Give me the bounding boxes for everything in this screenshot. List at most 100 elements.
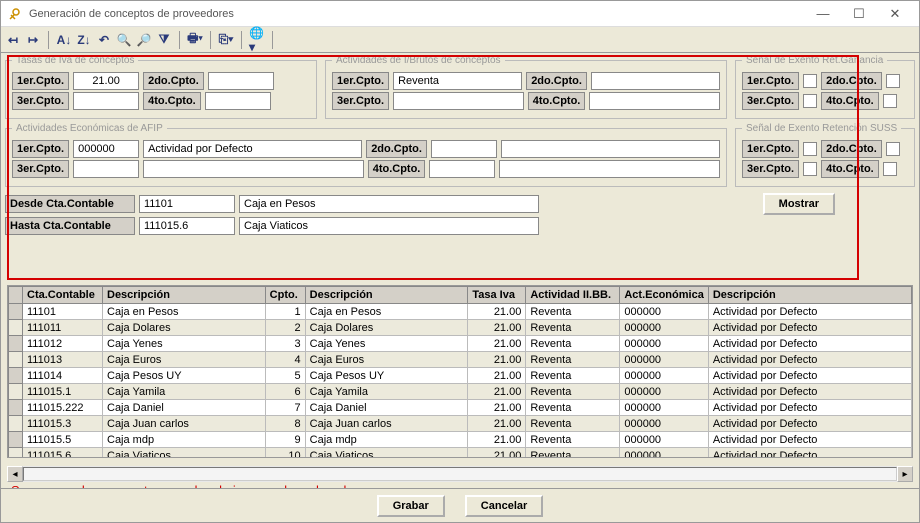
tasas-2-input[interactable] xyxy=(208,72,274,90)
range-to-code[interactable] xyxy=(139,217,235,235)
afip-2-label: 2do.Cpto. xyxy=(366,140,427,158)
actib-2-label: 2do.Cpto. xyxy=(526,72,587,90)
range-from-code[interactable] xyxy=(139,195,235,213)
afip-2-desc[interactable] xyxy=(501,140,720,158)
table-row[interactable]: 111015.6Caja Viaticos10Caja Viaticos21.0… xyxy=(9,448,912,459)
tasas-1-label: 1er.Cpto. xyxy=(12,72,69,90)
exgan-4-check[interactable] xyxy=(883,94,897,108)
col-cta[interactable]: Cta.Contable xyxy=(23,287,103,304)
range-to-label: Hasta Cta.Contable xyxy=(5,217,135,235)
close-button[interactable]: ✕ xyxy=(877,3,913,25)
table-row[interactable]: 111011Caja Dolares2Caja Dolares21.00Reve… xyxy=(9,320,912,336)
export-icon[interactable]: ⎘▾ xyxy=(218,32,234,48)
scroll-right-icon[interactable]: ▸ xyxy=(897,466,913,482)
col-desc3[interactable]: Descripción xyxy=(708,287,911,304)
col-desc[interactable]: Descripción xyxy=(103,287,266,304)
afip-3-code[interactable] xyxy=(73,160,139,178)
data-grid[interactable]: Cta.Contable Descripción Cpto. Descripci… xyxy=(7,285,913,458)
table-row[interactable]: 111013Caja Euros4Caja Euros21.00Reventa0… xyxy=(9,352,912,368)
col-desc2[interactable]: Descripción xyxy=(305,287,468,304)
exgan-1-label: 1er.Cpto. xyxy=(742,72,799,90)
find-icon[interactable]: 🔍 xyxy=(116,32,132,48)
sort-desc-icon[interactable]: Z↓ xyxy=(76,32,92,48)
group-actividades-ib: Actividades de I/Brutos de conceptos 1er… xyxy=(325,55,727,119)
legend-tasas: Tasas de Iva de conceptos xyxy=(12,55,138,66)
exgan-3-check[interactable] xyxy=(803,94,817,108)
afip-4-code[interactable] xyxy=(429,160,495,178)
exsuss-3-check[interactable] xyxy=(803,162,817,176)
group-actividades-afip: Actividades Económicas de AFIP 1er.Cpto.… xyxy=(5,123,727,187)
window-title: Generación de conceptos de proveedores xyxy=(29,8,805,20)
filter-icon[interactable]: ⧩ xyxy=(156,32,172,48)
group-tasas-iva: Tasas de Iva de conceptos 1er.Cpto. 2do.… xyxy=(5,55,317,119)
tasas-1-input[interactable] xyxy=(73,72,139,90)
col-ib[interactable]: Actividad II.BB. xyxy=(526,287,620,304)
indent-left-icon[interactable]: ↤ xyxy=(5,32,21,48)
table-row[interactable]: 111015.5Caja mdp9Caja mdp21.00Reventa000… xyxy=(9,432,912,448)
tasas-2-label: 2do.Cpto. xyxy=(143,72,204,90)
h-scrollbar[interactable]: ◂ ▸ xyxy=(7,466,913,482)
table-row[interactable]: 111012Caja Yenes3Caja Yenes21.00Reventa0… xyxy=(9,336,912,352)
exgan-2-check[interactable] xyxy=(886,74,900,88)
find-next-icon[interactable]: 🔎 xyxy=(136,32,152,48)
afip-4-desc[interactable] xyxy=(499,160,720,178)
actib-4-label: 4to.Cpto. xyxy=(528,92,586,110)
exsuss-2-check[interactable] xyxy=(886,142,900,156)
col-cpto[interactable]: Cpto. xyxy=(265,287,305,304)
exgan-2-label: 2do.Cpto. xyxy=(821,72,882,90)
range-from-desc[interactable] xyxy=(239,195,539,213)
mostrar-button[interactable]: Mostrar xyxy=(763,193,835,215)
table-row[interactable]: 111014Caja Pesos UY5Caja Pesos UY21.00Re… xyxy=(9,368,912,384)
afip-2-code[interactable] xyxy=(431,140,497,158)
tasas-4-input[interactable] xyxy=(205,92,271,110)
afip-4-label: 4to.Cpto. xyxy=(368,160,426,178)
title-bar: Generación de conceptos de proveedores —… xyxy=(1,1,919,27)
afip-3-desc[interactable] xyxy=(143,160,364,178)
exsuss-2-label: 2do.Cpto. xyxy=(821,140,882,158)
group-exento-suss: Señal de Exento Retención SUSS 1er.Cpto.… xyxy=(735,123,915,187)
minimize-button[interactable]: — xyxy=(805,3,841,25)
afip-3-label: 3er.Cpto. xyxy=(12,160,69,178)
col-ae[interactable]: Act.Económica xyxy=(620,287,708,304)
app-icon xyxy=(7,6,23,22)
tasas-4-label: 4to.Cpto. xyxy=(143,92,201,110)
col-iva[interactable]: Tasa Iva xyxy=(468,287,526,304)
actib-3-label: 3er.Cpto. xyxy=(332,92,389,110)
work-area: Tasas de Iva de conceptos 1er.Cpto. 2do.… xyxy=(1,53,919,522)
indent-right-icon[interactable]: ↦ xyxy=(25,32,41,48)
maximize-button[interactable]: ☐ xyxy=(841,3,877,25)
scroll-left-icon[interactable]: ◂ xyxy=(7,466,23,482)
afip-1-code[interactable] xyxy=(73,140,139,158)
actib-1-input[interactable] xyxy=(393,72,522,90)
scroll-track[interactable] xyxy=(23,467,897,481)
range-to-desc[interactable] xyxy=(239,217,539,235)
cancel-button[interactable]: Cancelar xyxy=(465,495,543,517)
actib-4-input[interactable] xyxy=(589,92,720,110)
legend-afip: Actividades Económicas de AFIP xyxy=(12,123,167,134)
undo-icon[interactable]: ↶ xyxy=(96,32,112,48)
exsuss-1-check[interactable] xyxy=(803,142,817,156)
legend-exgan: Señal de Exento Ret.Ganancia xyxy=(742,55,887,66)
tasas-3-input[interactable] xyxy=(73,92,139,110)
afip-1-desc[interactable] xyxy=(143,140,362,158)
exsuss-1-label: 1er.Cpto. xyxy=(742,140,799,158)
save-button[interactable]: Grabar xyxy=(377,495,445,517)
range-box: Desde Cta.Contable Mostrar Hasta Cta.Con… xyxy=(5,193,915,235)
exgan-4-label: 4to.Cpto. xyxy=(821,92,879,110)
sort-asc-icon[interactable]: A↓ xyxy=(56,32,72,48)
legend-actib: Actividades de I/Brutos de conceptos xyxy=(332,55,505,66)
table-row[interactable]: 111015.1Caja Yamila6Caja Yamila21.00Reve… xyxy=(9,384,912,400)
actib-2-input[interactable] xyxy=(591,72,720,90)
exgan-1-check[interactable] xyxy=(803,74,817,88)
actib-1-label: 1er.Cpto. xyxy=(332,72,389,90)
exgan-3-label: 3er.Cpto. xyxy=(742,92,799,110)
table-row[interactable]: 11101Caja en Pesos1Caja en Pesos21.00Rev… xyxy=(9,304,912,320)
print-icon[interactable]: 🖶▾ xyxy=(187,32,203,48)
exsuss-3-label: 3er.Cpto. xyxy=(742,160,799,178)
legend-exsuss: Señal de Exento Retención SUSS xyxy=(742,123,901,134)
table-row[interactable]: 111015.222Caja Daniel7Caja Daniel21.00Re… xyxy=(9,400,912,416)
globe-icon[interactable]: 🌐▾ xyxy=(249,32,265,48)
actib-3-input[interactable] xyxy=(393,92,524,110)
exsuss-4-check[interactable] xyxy=(883,162,897,176)
table-row[interactable]: 111015.3Caja Juan carlos8Caja Juan carlo… xyxy=(9,416,912,432)
